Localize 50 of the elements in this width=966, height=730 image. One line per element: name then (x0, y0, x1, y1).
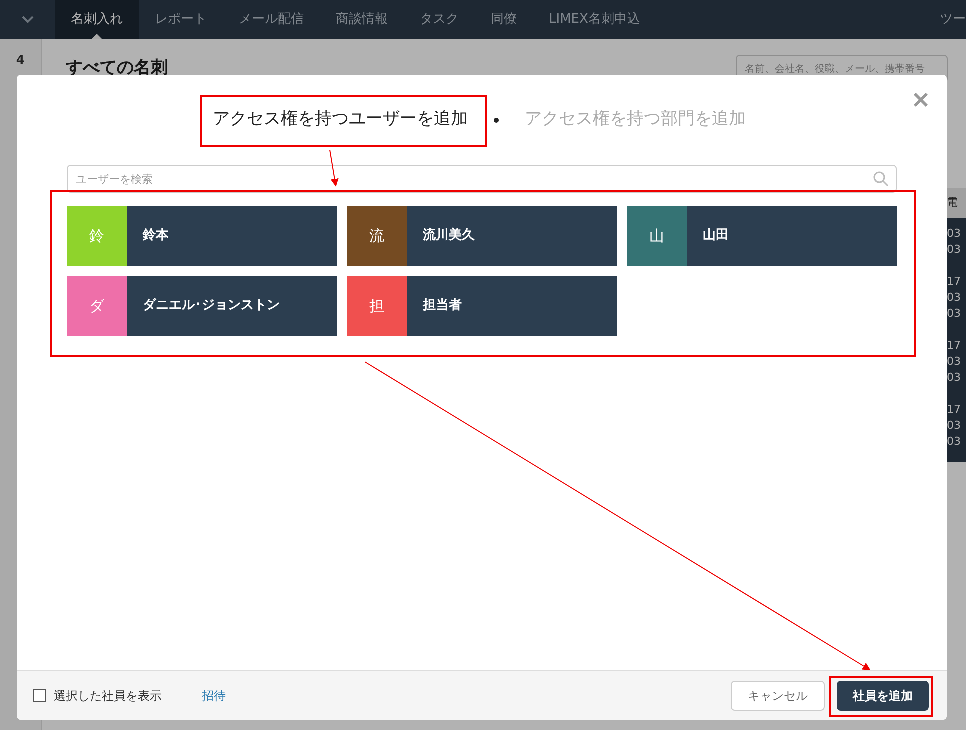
user-avatar: 鈴 (67, 206, 127, 266)
nav-tab[interactable]: 名刺入れ (55, 0, 139, 39)
user-name: ダニエル･ジョンストン (143, 297, 280, 316)
nav-tab[interactable]: 同僚 (475, 0, 533, 39)
close-button[interactable] (913, 92, 929, 108)
cell-text: 03 (947, 226, 962, 242)
user-card[interactable]: 流 流川美久 (347, 206, 617, 266)
cell-text: 03 (947, 242, 962, 258)
nav-tab[interactable]: LIMEX名刺申込 (533, 0, 656, 39)
invite-link[interactable]: 招待 (202, 686, 226, 704)
close-icon (913, 92, 929, 108)
user-avatar: 山 (627, 206, 687, 266)
modal-tab[interactable]: アクセス権を持つ部門を追加 (513, 107, 758, 133)
user-name: 山田 (703, 227, 729, 246)
page-heading: すべての名刺 (66, 57, 169, 80)
add-employee-button[interactable]: 社員を追加 (837, 680, 929, 710)
modal-tab[interactable]: アクセス権を持つユーザーを追加 (201, 107, 480, 133)
nav-tab[interactable]: 商談情報 (320, 0, 404, 39)
nav-tab[interactable]: メール配信 (223, 0, 320, 39)
cell-text: 03 (947, 418, 962, 434)
cell-text: 17 (947, 274, 962, 290)
checkbox-label: 選択した社員を表示 (54, 688, 162, 704)
column-header: 電 (947, 188, 966, 218)
cell-text: 03 (947, 354, 962, 370)
user-card[interactable]: 担 担当者 (347, 276, 617, 336)
nav-tab[interactable]: レポート (139, 0, 223, 39)
user-card[interactable]: 山 山田 (627, 206, 897, 266)
cell-text: 17 (947, 402, 962, 418)
nav-item[interactable]: ツー (940, 0, 966, 39)
chevron-down-icon (22, 16, 34, 24)
user-avatar: 流 (347, 206, 407, 266)
cancel-button[interactable]: キャンセル (731, 680, 825, 710)
user-name: 流川美久 (423, 226, 475, 246)
user-card[interactable]: 鈴 鈴本 (67, 206, 337, 266)
user-avatar: 担 (347, 276, 407, 336)
nav-tab[interactable]: タスク (404, 0, 475, 39)
checkbox[interactable] (33, 689, 46, 702)
user-name: 鈴本 (143, 227, 169, 246)
cell-text: 03 (947, 370, 962, 386)
search-icon (873, 171, 889, 187)
annotation-arrow (330, 150, 339, 187)
search-field[interactable]: ユーザーを検索 (67, 165, 897, 193)
user-avatar: ダ (67, 276, 127, 336)
cell-text: 03 (947, 306, 962, 322)
user-card[interactable]: ダ ダニエル･ジョンストン (67, 276, 337, 336)
cell-text: 17 (947, 338, 962, 354)
count-label: 4 (16, 52, 25, 69)
cell-text: 03 (947, 434, 962, 450)
user-name: 担当者 (423, 297, 462, 316)
cell-text: 03 (947, 290, 962, 306)
